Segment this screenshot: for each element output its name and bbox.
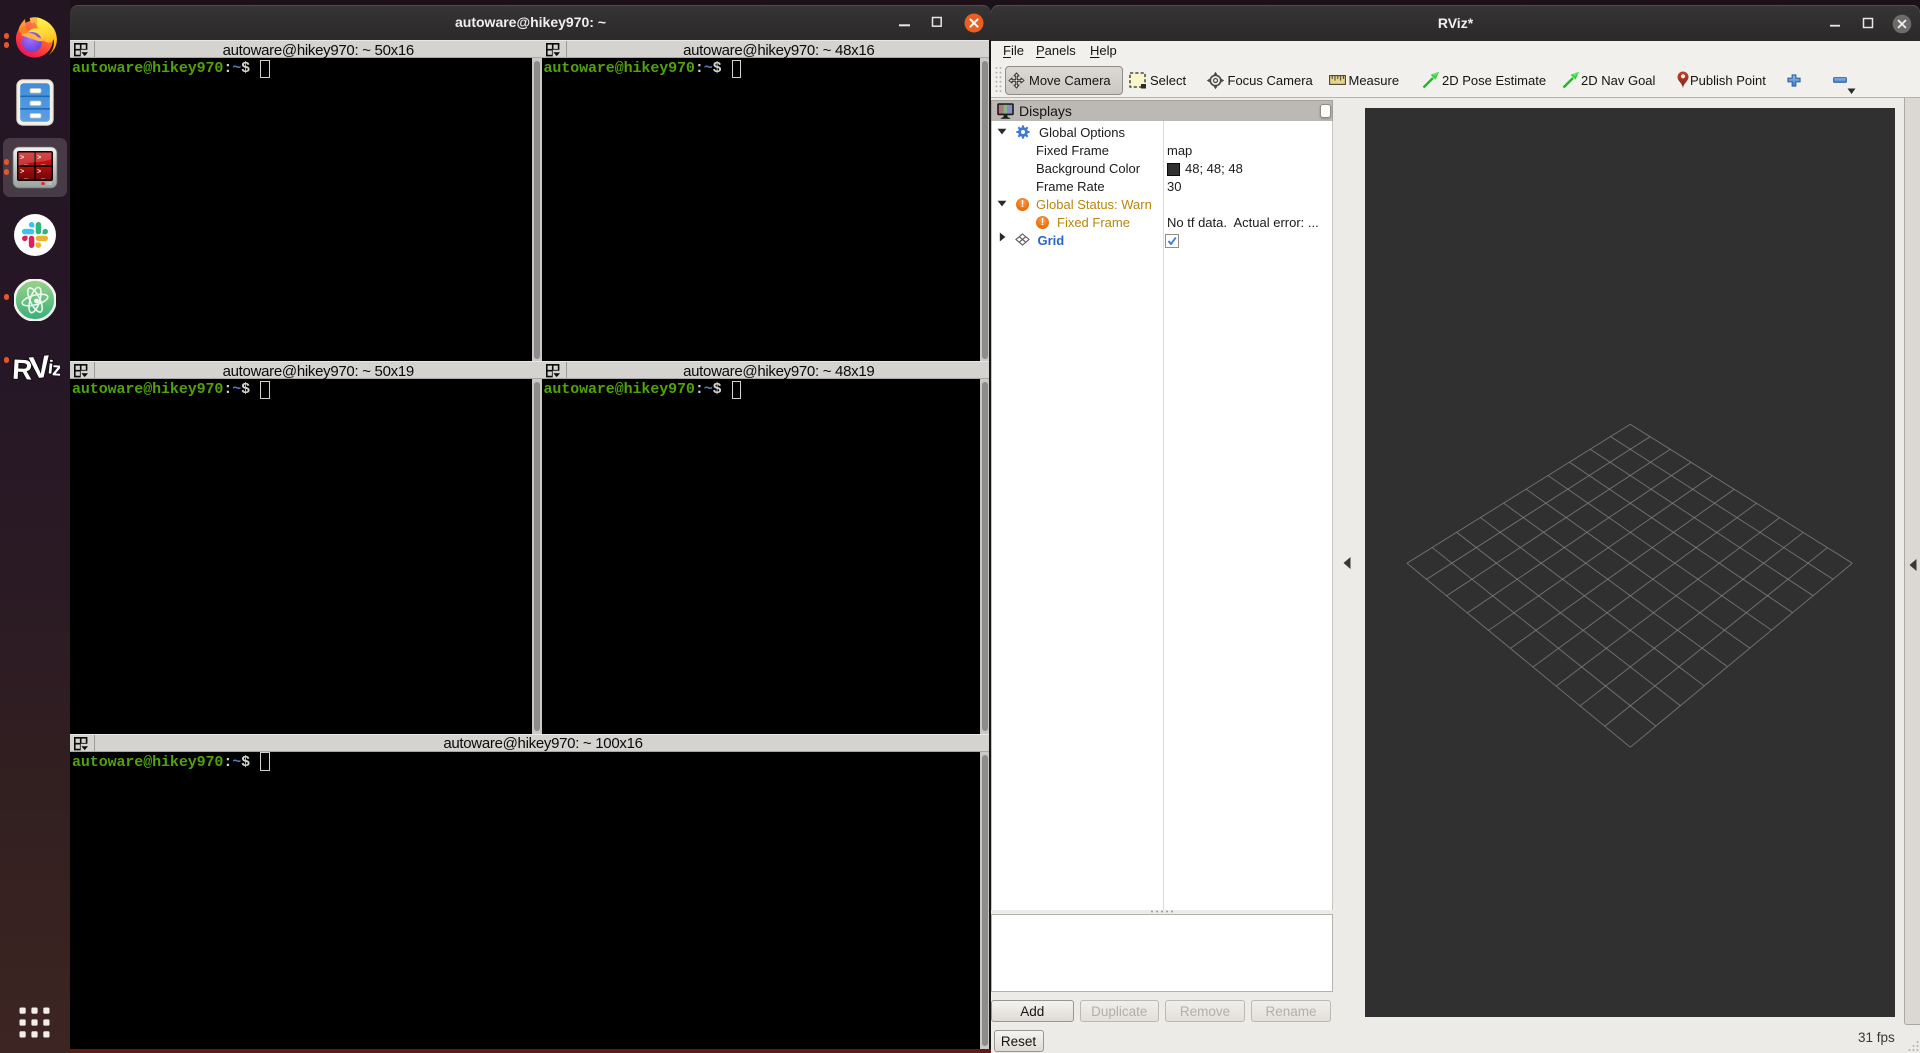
svg-text:z: z [52, 359, 60, 380]
svg-text:_: _ [40, 173, 46, 181]
svg-text:_: _ [23, 173, 29, 181]
